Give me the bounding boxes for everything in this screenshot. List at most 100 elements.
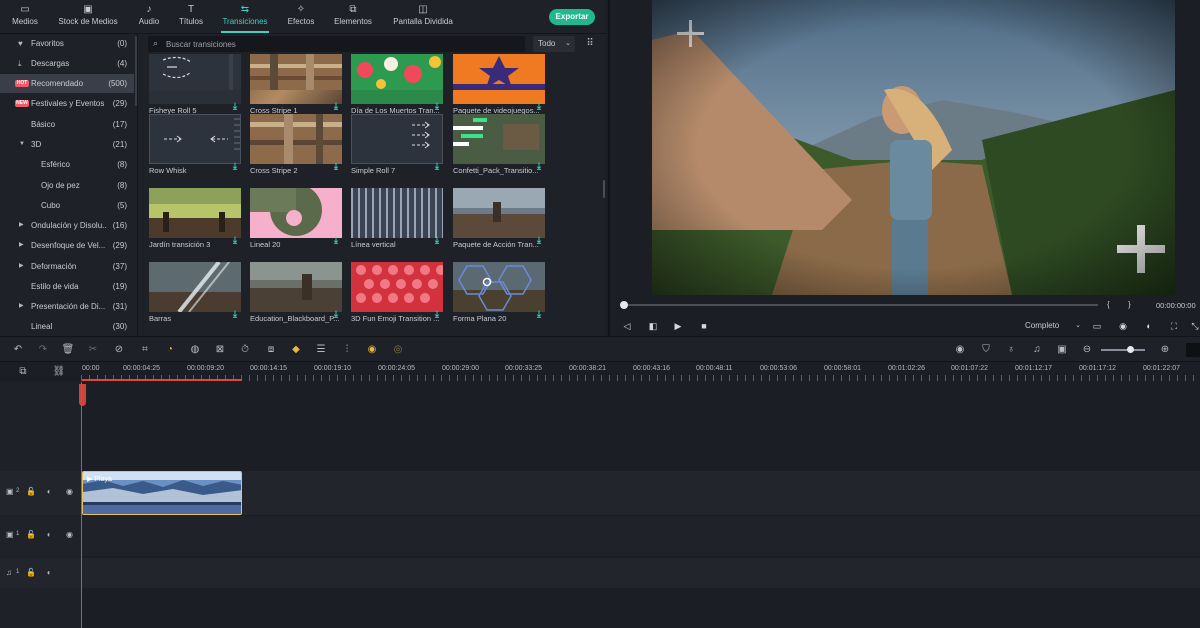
sidebar-item-estilo-de-vida[interactable]: Estilo de vida (19)	[0, 277, 134, 296]
undo-icon[interactable]: ↶	[11, 343, 25, 357]
sidebar-scrollbar[interactable]	[135, 36, 137, 106]
tab-medios[interactable]: ▭ Medios	[8, 3, 42, 31]
tab-transiciones[interactable]: ⇆ Transiciones	[219, 3, 271, 33]
video-preview[interactable]	[652, 0, 1175, 295]
playback-progress-track[interactable]	[623, 304, 1098, 306]
crop-icon[interactable]: ⌗	[138, 343, 152, 357]
adjust-icon[interactable]: ☰	[314, 343, 328, 357]
keyframe-icon[interactable]: ◆	[289, 343, 303, 357]
tab-audio[interactable]: ♪ Audio	[134, 3, 164, 31]
lock-icon[interactable]: 🔓	[26, 568, 36, 577]
sidebar-item-presentacion[interactable]: ▶ Presentación de Di... (31)	[0, 297, 134, 316]
filter-dropdown[interactable]: Todo ⌄	[533, 36, 575, 52]
mark-out-button[interactable]: }	[1128, 300, 1131, 309]
eye-icon[interactable]: ◉	[66, 487, 73, 496]
sidebar-item-ojo-de-pez[interactable]: Ojo de pez (8)	[0, 176, 134, 195]
play-icon[interactable]: ▶	[671, 320, 685, 332]
transition-tile[interactable]: ⤓ Cross Stripe 1	[250, 54, 342, 115]
ai-icon[interactable]: ◉	[365, 343, 379, 357]
transition-tile[interactable]: ⤓ Cross Stripe 2	[250, 114, 342, 175]
transition-tile[interactable]: ⤓ Simple Roll 7	[351, 114, 443, 175]
grid-view-icon[interactable]: ⠿	[583, 37, 597, 51]
fullscreen-icon[interactable]: ⛶	[1167, 320, 1181, 332]
transition-tile[interactable]: ⤓ Paquete de videojuegos...	[453, 54, 545, 115]
zoom-in-icon[interactable]: ⊕	[1158, 343, 1172, 357]
sidebar-item-ondulacion[interactable]: ▶ Ondulación y Disolu... (16)	[0, 216, 134, 235]
render-icon[interactable]: ◉	[953, 343, 967, 357]
tab-pantalla-dividida[interactable]: ◫ Pantalla Dividida	[392, 3, 454, 31]
mask-icon[interactable]: ⊠	[213, 343, 227, 357]
chevron-right-icon[interactable]: ▶	[19, 257, 24, 276]
video-clip[interactable]: ▶ Playa	[82, 471, 242, 515]
zoom-slider-knob[interactable]	[1127, 346, 1134, 353]
transition-tile[interactable]: ⤓ Fisheye Roll 5	[149, 54, 241, 115]
sidebar-item-descargas[interactable]: ⤓ Descargas (4)	[0, 54, 134, 73]
audio-track-1[interactable]: ♫ 1 🔓 ◖	[0, 558, 1200, 588]
audio-wave-icon[interactable]: ⫶	[340, 343, 354, 357]
transition-tile[interactable]: ⤓ Lineal 20	[250, 188, 342, 249]
sidebar-item-favoritos[interactable]: ♥ Favoritos (0)	[0, 34, 134, 53]
sidebar-item-3d[interactable]: ▼ 3D (21)	[0, 135, 134, 154]
playback-scrubber-knob[interactable]	[620, 301, 628, 309]
tab-efectos[interactable]: ✧ Efectos	[284, 3, 318, 31]
tab-stock-de-medios[interactable]: ▣ Stock de Medios	[56, 3, 120, 31]
sidebar-item-recomendado[interactable]: HOT Recomendado (500)	[0, 74, 134, 93]
video-track-1[interactable]: ▣ 1 🔓 ◖ ◉	[0, 516, 1200, 556]
transition-tile[interactable]: ⤓ Education_Blackboard_P...	[250, 262, 342, 323]
speaker-icon[interactable]: ◖	[46, 568, 51, 577]
sidebar-item-basico[interactable]: Básico (17)	[0, 115, 134, 134]
add-track-icon[interactable]: ⧉	[16, 365, 30, 379]
link-icon[interactable]: ⛓	[52, 365, 66, 379]
zoom-out-icon[interactable]: ⊖	[1080, 343, 1094, 357]
subtitle-icon[interactable]: ▣	[1055, 343, 1069, 357]
panel-toggle[interactable]	[1186, 343, 1200, 357]
snapshot-icon[interactable]: ◉	[1116, 320, 1130, 332]
delete-icon[interactable]: 🗑	[61, 343, 75, 357]
tab-elementos[interactable]: ⧉ Elementos	[332, 3, 374, 31]
redo-icon[interactable]: ↷	[36, 343, 50, 357]
eye-icon[interactable]: ◉	[66, 530, 73, 539]
transition-tile[interactable]: ⤓ Row Whisk	[149, 114, 241, 175]
transition-tile[interactable]: ⤓ 3D Fun Emoji Transition ...	[351, 262, 443, 323]
transition-tile[interactable]: ⤓ Línea vertical	[351, 188, 443, 249]
sidebar-item-cubo[interactable]: Cubo (5)	[0, 196, 134, 215]
play-reverse-icon[interactable]: ◧	[646, 320, 660, 332]
duration-icon[interactable]: ⏱	[238, 343, 252, 357]
disable-icon[interactable]: ⊘	[112, 343, 126, 357]
timeline-ruler[interactable]: ⧉ ⛓ 00:00 00:00:04:25 00:00:09:20 00:00:…	[0, 362, 1200, 382]
sidebar-item-esferico[interactable]: Esférico (8)	[0, 155, 134, 174]
mark-in-button[interactable]: {	[1107, 300, 1110, 309]
browser-scrollbar[interactable]	[603, 180, 605, 198]
monitor-icon[interactable]: ▭	[1090, 320, 1104, 332]
chevron-right-icon[interactable]: ▶	[19, 216, 24, 235]
sidebar-item-festivales[interactable]: NEW Festivales y Eventos (29)	[0, 94, 134, 113]
green-screen-icon[interactable]: ◎	[391, 343, 405, 357]
transition-tile[interactable]: ⤓ Forma Plana 20	[453, 262, 545, 323]
lock-icon[interactable]: 🔓	[26, 530, 36, 539]
transition-tile[interactable]: ⤓ Jardín transición 3	[149, 188, 241, 249]
playhead-line[interactable]	[81, 382, 82, 628]
transition-tile[interactable]: ⤓ Confetti_Pack_Transitio...	[453, 114, 545, 175]
transition-tile[interactable]: ⤓ Día de Los Muertos Tran...	[351, 54, 443, 115]
export-button[interactable]: Exportar	[549, 9, 595, 25]
stabilize-icon[interactable]: ⧈	[264, 343, 278, 357]
shield-icon[interactable]: ⛉	[979, 343, 993, 357]
speaker-icon[interactable]: ◖	[46, 487, 51, 496]
chevron-right-icon[interactable]: ▶	[19, 236, 24, 255]
transition-tile[interactable]: ⤓ Paquete de Acción Tran...	[453, 188, 545, 249]
preview-quality-dropdown[interactable]: Completo ⌄	[1025, 320, 1081, 332]
cut-icon[interactable]: ✂	[86, 343, 100, 357]
sidebar-item-desenfoque[interactable]: ▶ Desenfoque de Vel... (29)	[0, 236, 134, 255]
step-back-icon[interactable]: ◁	[620, 320, 634, 332]
sidebar-item-lineal[interactable]: Lineal (30)	[0, 317, 134, 336]
color-icon[interactable]: ◍	[188, 343, 202, 357]
expand-icon[interactable]: ⤡	[1188, 320, 1200, 332]
stop-icon[interactable]: ■	[697, 320, 711, 332]
lock-icon[interactable]: 🔓	[26, 487, 36, 496]
search-input[interactable]	[166, 37, 516, 51]
sidebar-item-deformacion[interactable]: ▶ Deformación (37)	[0, 257, 134, 276]
zoom-slider-track[interactable]	[1101, 349, 1145, 351]
microphone-icon[interactable]: ♁	[1004, 343, 1018, 357]
speed-icon[interactable]: ◔	[163, 343, 177, 357]
music-list-icon[interactable]: ♫	[1030, 343, 1044, 357]
